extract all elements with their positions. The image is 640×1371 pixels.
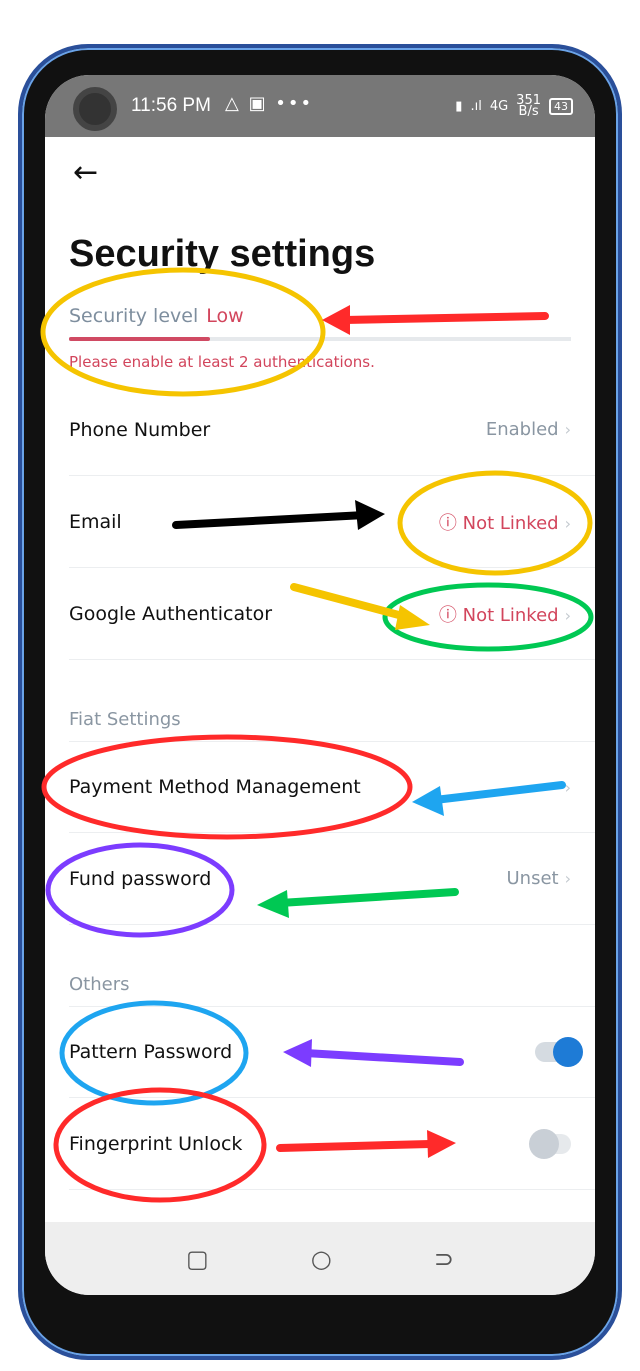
annotations (40, 267, 594, 1203)
annotation-arrow (341, 312, 549, 324)
annotation-arrow (301, 1049, 464, 1066)
annotation-arrow (172, 511, 369, 529)
annotation-ellipse (40, 267, 326, 397)
annotation-arrow (431, 781, 566, 804)
annotation-ellipse (45, 842, 235, 938)
annotation-ellipse (41, 734, 413, 840)
annotation-ellipse (397, 470, 593, 576)
annotation-arrow (276, 888, 459, 907)
annotation-ellipse (53, 1087, 267, 1203)
annotation-arrow (276, 1140, 434, 1152)
